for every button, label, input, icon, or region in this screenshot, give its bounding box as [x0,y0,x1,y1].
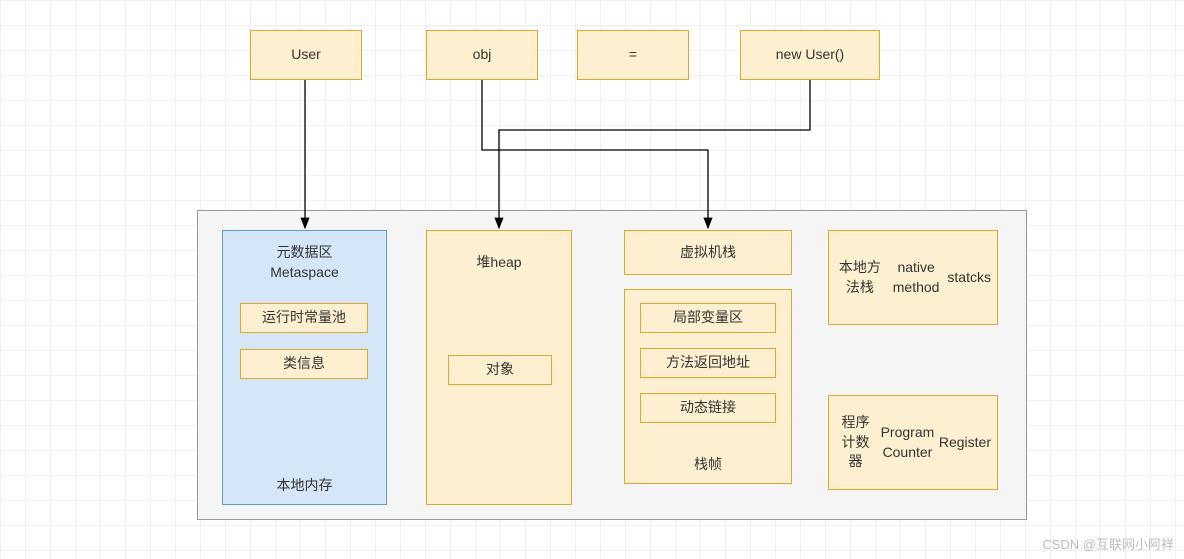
const-pool-box: 运行时常量池 [240,303,368,333]
stack-frame-label: 栈帧 [625,455,791,475]
box-equals: = [577,30,689,80]
class-info-box: 类信息 [240,349,368,379]
box-user: User [250,30,362,80]
metaspace-title: 元数据区 Metaspace [223,243,386,282]
return-addr-box: 方法返回地址 [640,348,776,378]
pc-line3: Register [939,433,991,453]
pc-register-box: 程序计数器 Program Counter Register [828,395,998,490]
metaspace-line1: 元数据区 [277,244,333,260]
pc-line2: Program Counter [876,423,939,462]
native-stack-box: 本地方法栈 native method statcks [828,230,998,325]
heap-title: 堆heap [427,253,571,273]
native-line2: native method [885,258,948,297]
native-line1: 本地方法栈 [835,258,885,297]
local-vars-box: 局部变量区 [640,303,776,333]
dynamic-link-box: 动态链接 [640,393,776,423]
metaspace-line2: Metaspace [270,264,338,280]
pc-line1: 程序计数器 [835,413,876,472]
box-new-user: new User() [740,30,880,80]
heap-object-box: 对象 [448,355,552,385]
native-line3: statcks [947,268,991,288]
vmstack-box: 虚拟机栈 [624,230,792,275]
watermark: CSDN @互联网小阿祥 [1042,534,1174,553]
metaspace-bottom: 本地内存 [223,476,386,496]
box-obj: obj [426,30,538,80]
